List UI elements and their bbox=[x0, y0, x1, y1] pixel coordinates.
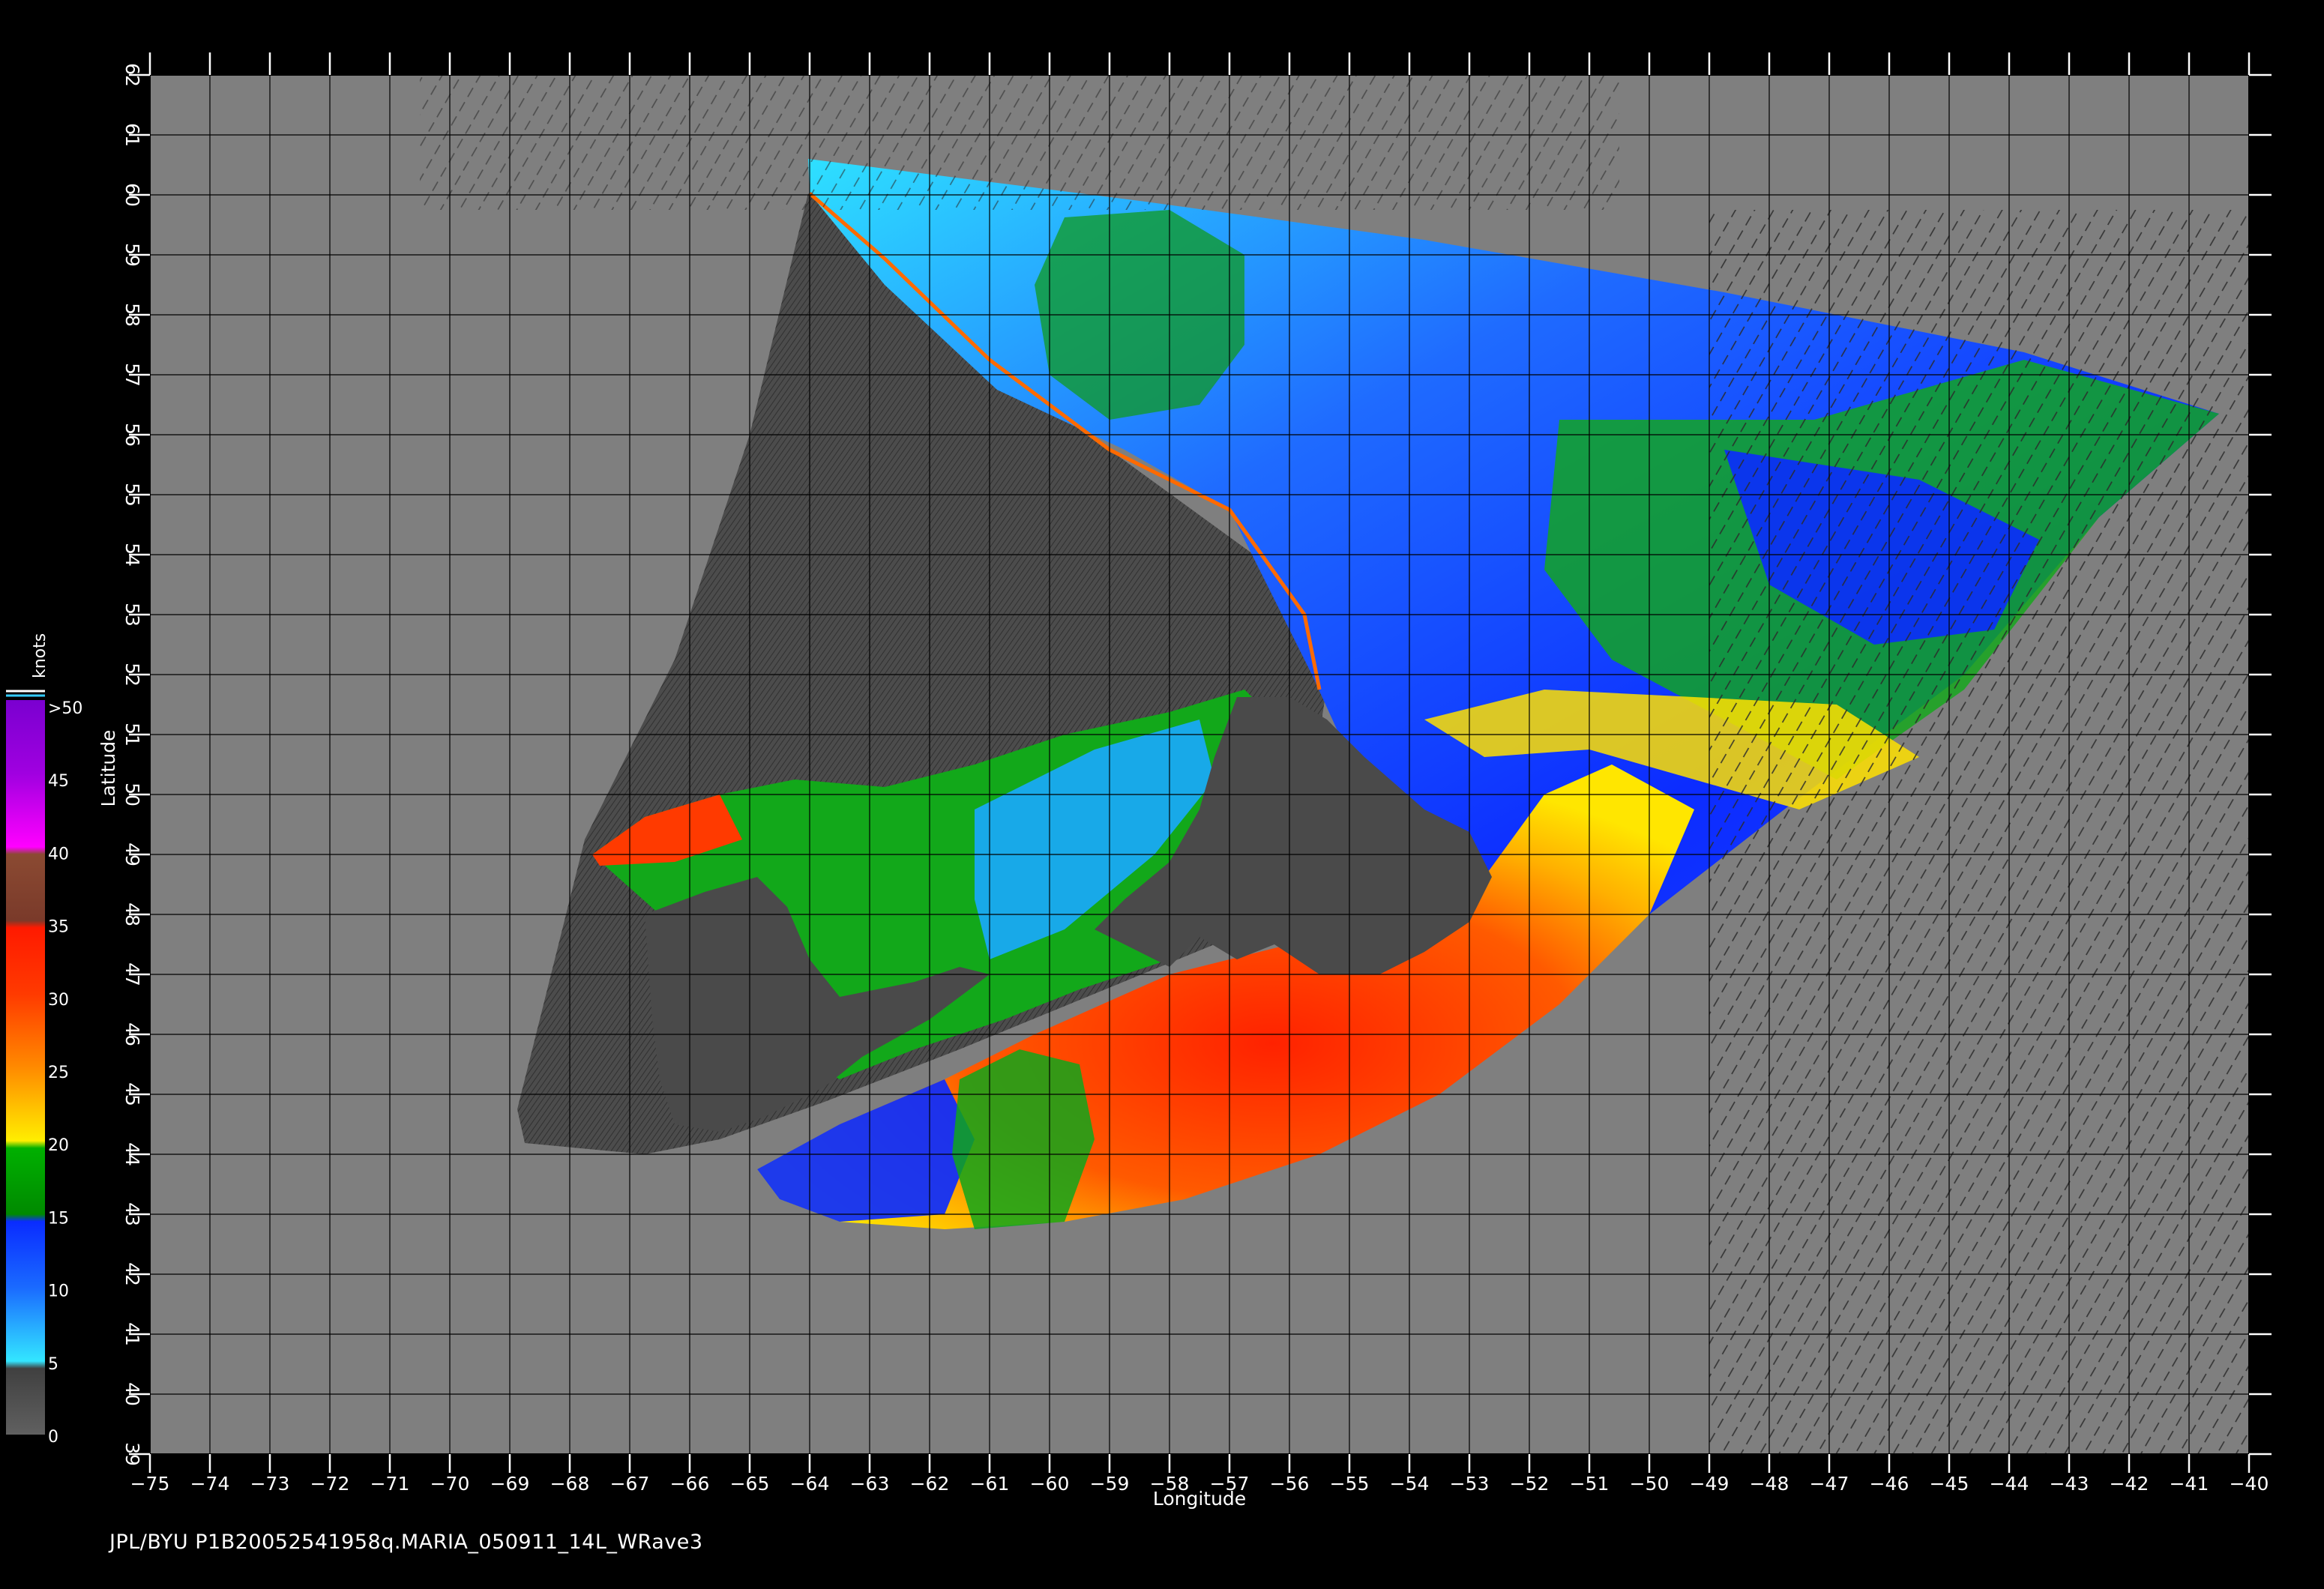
wind-map: −75 −74 −73 −72 −71 −70 −69 −68 −67 −66 −65 −64 −63−… bbox=[6, 52, 2272, 1510]
lat-tick-label: 42 bbox=[121, 1262, 143, 1286]
lat-tick-label: 46 bbox=[121, 1022, 143, 1046]
lon-tick-label: −74 bbox=[190, 1473, 230, 1495]
legend-label: 30 bbox=[48, 991, 69, 1010]
latitude-tick-labels: 39 40 41 42 43 44 45 46 47 48 49 50 51 52 53 54 55 56 57 58… bbox=[121, 63, 143, 1466]
legend-labels: >50 45 40 35 30 25 20 15 10 5 0 bbox=[48, 699, 82, 1447]
lon-tick-label: −60 bbox=[1030, 1473, 1070, 1495]
lon-tick-label: −49 bbox=[1690, 1473, 1730, 1495]
footer-caption: JPL/BYU P1B20052541958q.MARIA_050911_14L… bbox=[109, 1531, 703, 1554]
lon-tick-label: −68 bbox=[550, 1473, 590, 1495]
lon-tick-label: −65 bbox=[730, 1473, 770, 1495]
lon-tick-label: −56 bbox=[1270, 1473, 1310, 1495]
lat-tick-label: 53 bbox=[121, 603, 143, 627]
lon-tick-label: −48 bbox=[1750, 1473, 1789, 1495]
lon-tick-label: −46 bbox=[1870, 1473, 1909, 1495]
lat-tick-label: 59 bbox=[121, 243, 143, 267]
lon-tick-label: −44 bbox=[1990, 1473, 2029, 1495]
lat-tick-label: 62 bbox=[121, 63, 143, 87]
lon-tick-label: −71 bbox=[370, 1473, 410, 1495]
lon-tick-label: −66 bbox=[670, 1473, 710, 1495]
lon-tick-label: −42 bbox=[2110, 1473, 2149, 1495]
lon-tick-label: −55 bbox=[1330, 1473, 1370, 1495]
lon-tick-label: −75 bbox=[130, 1473, 170, 1495]
lat-tick-label: 43 bbox=[121, 1202, 143, 1226]
lat-tick-label: 50 bbox=[121, 783, 143, 806]
lat-tick-label: 41 bbox=[121, 1322, 143, 1346]
lon-tick-label: −45 bbox=[1930, 1473, 1969, 1495]
lon-tick-label: −73 bbox=[250, 1473, 290, 1495]
lon-tick-label: −47 bbox=[1810, 1473, 1849, 1495]
lat-tick-label: 40 bbox=[121, 1382, 143, 1406]
legend-label: 45 bbox=[48, 772, 69, 791]
wind-barbs-east bbox=[1709, 210, 2249, 1454]
lon-tick-label: −59 bbox=[1090, 1473, 1130, 1495]
y-axis-title: Latitude bbox=[97, 730, 119, 807]
legend-label: 15 bbox=[48, 1209, 69, 1228]
lon-tick-label: −67 bbox=[610, 1473, 650, 1495]
lon-tick-label: −50 bbox=[1630, 1473, 1670, 1495]
lon-tick-label: −52 bbox=[1510, 1473, 1550, 1495]
legend-label: 5 bbox=[48, 1355, 58, 1374]
legend-label: 10 bbox=[48, 1282, 69, 1301]
lon-tick-label: −62 bbox=[910, 1473, 950, 1495]
lat-tick-label: 61 bbox=[121, 123, 143, 147]
legend-color-bar bbox=[6, 700, 45, 1435]
lon-tick-label: −43 bbox=[2050, 1473, 2089, 1495]
lon-tick-label: −40 bbox=[2230, 1473, 2269, 1495]
color-legend: knots >50 45 40 35 30 25 20 15 10 5 0 bbox=[6, 633, 82, 1447]
lon-tick-label: −64 bbox=[790, 1473, 830, 1495]
lat-tick-label: 55 bbox=[121, 483, 143, 507]
lon-tick-label: −72 bbox=[310, 1473, 350, 1495]
legend-label: 40 bbox=[48, 845, 69, 863]
lon-tick-label: −53 bbox=[1450, 1473, 1490, 1495]
lat-tick-label: 56 bbox=[121, 423, 143, 447]
lat-tick-label: 47 bbox=[121, 962, 143, 986]
lon-tick-label: −41 bbox=[2170, 1473, 2209, 1495]
lat-tick-label: 52 bbox=[121, 663, 143, 687]
legend-label: 35 bbox=[48, 918, 69, 937]
lat-tick-label: 51 bbox=[121, 723, 143, 747]
lat-tick-label: 57 bbox=[121, 363, 143, 387]
legend-label: 25 bbox=[48, 1064, 69, 1082]
lat-tick-label: 49 bbox=[121, 842, 143, 866]
legend-label: 20 bbox=[48, 1136, 69, 1155]
wind-barbs-north bbox=[420, 75, 1619, 210]
x-axis-title: Longitude bbox=[1153, 1488, 1246, 1510]
lat-tick-label: 39 bbox=[121, 1442, 143, 1466]
lat-tick-label: 48 bbox=[121, 902, 143, 926]
lon-tick-label: −70 bbox=[430, 1473, 470, 1495]
lat-tick-label: 45 bbox=[121, 1082, 143, 1106]
lon-tick-label: −63 bbox=[850, 1473, 890, 1495]
lon-tick-label: −54 bbox=[1390, 1473, 1430, 1495]
lat-tick-label: 58 bbox=[121, 303, 143, 327]
lon-tick-label: −61 bbox=[970, 1473, 1010, 1495]
lat-tick-label: 44 bbox=[121, 1142, 143, 1166]
legend-unit: knots bbox=[31, 633, 49, 678]
lat-tick-label: 54 bbox=[121, 543, 143, 567]
lon-tick-label: −69 bbox=[490, 1473, 530, 1495]
legend-label: 0 bbox=[48, 1428, 58, 1447]
lat-tick-label: 60 bbox=[121, 183, 143, 207]
legend-label: >50 bbox=[48, 699, 82, 718]
lon-tick-label: −51 bbox=[1570, 1473, 1610, 1495]
